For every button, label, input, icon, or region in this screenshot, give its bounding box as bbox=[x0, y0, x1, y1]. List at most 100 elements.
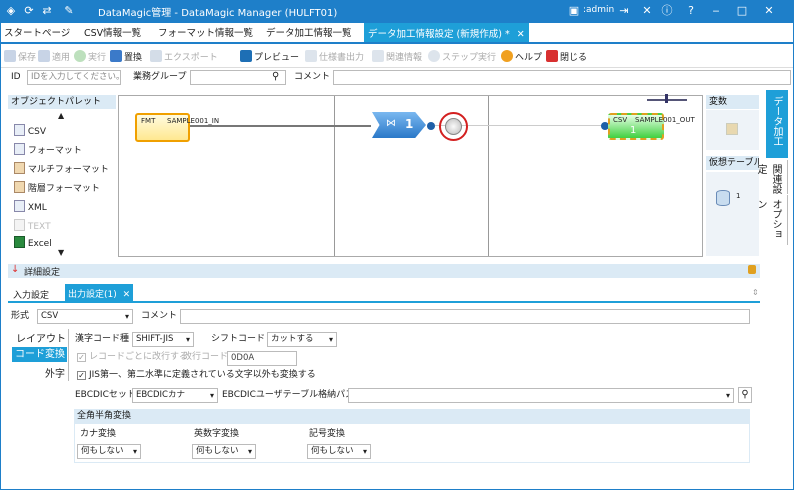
variables-header: 変数 bbox=[706, 95, 759, 109]
close-tab-icon[interactable]: ✕ bbox=[517, 29, 525, 40]
kana-conversion-label: カナ変換 bbox=[80, 429, 117, 439]
side-tab-related-settings[interactable]: 関連設定 bbox=[755, 160, 788, 194]
help-icon[interactable]: ? bbox=[684, 4, 698, 18]
node-input-fmt[interactable]: FMT SAMPLE001_IN bbox=[135, 113, 219, 142]
related-info-button[interactable]: 関連情報 bbox=[372, 50, 422, 64]
preview-icon bbox=[240, 50, 252, 62]
apply-icon bbox=[38, 50, 50, 62]
palette-item-multi-format[interactable]: マルチフォーマット bbox=[14, 162, 109, 176]
canvas-divider bbox=[488, 96, 489, 256]
scroll-down-icon[interactable]: ▼ bbox=[58, 248, 64, 257]
tab-output-settings[interactable]: 出力設定(1) ✕ bbox=[65, 284, 134, 301]
multi-format-icon bbox=[14, 162, 25, 174]
tab-csv-list[interactable]: CSV情報一覧 bbox=[84, 25, 141, 39]
flow-canvas[interactable]: FMT SAMPLE001_IN ⋈ 1 CSV SAMPLE001_OUT 1 bbox=[118, 94, 703, 257]
refresh-icon[interactable]: ⟳ bbox=[22, 4, 36, 18]
replace-button[interactable]: 置換 bbox=[110, 50, 142, 64]
variables-area[interactable] bbox=[706, 110, 759, 150]
output-port[interactable] bbox=[427, 122, 435, 130]
virtual-table-area[interactable]: 1 bbox=[706, 172, 759, 256]
minimize-button[interactable]: ‒ bbox=[709, 4, 723, 18]
drag-handle-icon[interactable]: ⇕ bbox=[752, 288, 759, 297]
scroll-up-icon[interactable]: ▲ bbox=[58, 111, 64, 120]
side-tab-data-processing[interactable]: データ加工 bbox=[766, 90, 788, 158]
zoom-handle[interactable] bbox=[665, 94, 668, 103]
tab-layout[interactable]: レイアウト bbox=[16, 330, 66, 345]
format-icon bbox=[14, 143, 25, 155]
palette-item-excel[interactable]: Excel bbox=[14, 236, 52, 250]
alnum-conversion-label: 英数字変換 bbox=[194, 429, 240, 439]
link-icon[interactable]: ⇄ bbox=[40, 4, 54, 18]
tools-icon[interactable]: ✕ bbox=[640, 4, 654, 18]
search-icon[interactable]: ⚲ bbox=[738, 387, 752, 403]
node-processing[interactable]: ⋈ 1 bbox=[372, 112, 426, 138]
close-window-button[interactable]: ✕ bbox=[762, 4, 776, 18]
hierarchical-format-icon bbox=[14, 181, 25, 193]
connection-point[interactable] bbox=[445, 118, 462, 135]
vt-count: 1 bbox=[736, 192, 741, 200]
detail-header[interactable]: ↓ 詳細設定 bbox=[8, 264, 760, 278]
node-num: 1 bbox=[630, 125, 637, 136]
title-bar: ◈ ⟳ ⇄ ✎ DataMagic管理 - DataMagic Manager … bbox=[0, 0, 794, 22]
maximize-button[interactable]: □ bbox=[735, 4, 749, 18]
id-input[interactable]: IDを入力してください。 bbox=[27, 70, 121, 85]
window-title: DataMagic管理 - DataMagic Manager (HULFT01… bbox=[98, 8, 338, 19]
id-label: ID bbox=[11, 72, 21, 82]
tab-code-conversion[interactable]: コード変換 bbox=[12, 347, 67, 362]
symbol-conversion-select[interactable]: 何もしない bbox=[307, 444, 371, 459]
format-select[interactable]: CSV bbox=[37, 309, 133, 324]
palette-item-format[interactable]: フォーマット bbox=[14, 143, 82, 157]
ebcdic-user-table-select[interactable] bbox=[348, 388, 734, 403]
palette-item-text[interactable]: TEXT bbox=[14, 219, 51, 233]
comment-input[interactable] bbox=[333, 70, 791, 85]
collapse-arrow-icon[interactable]: ↓ bbox=[11, 264, 19, 275]
edit-icon[interactable]: ✎ bbox=[62, 4, 76, 18]
spec-output-button[interactable]: 仕様書出力 bbox=[305, 50, 364, 64]
related-info-icon bbox=[372, 50, 384, 62]
app-logo-icon: ◈ bbox=[6, 4, 16, 17]
preview-button[interactable]: プレビュー bbox=[240, 50, 299, 64]
kanji-code-select[interactable]: SHIFT-JIS bbox=[132, 332, 194, 347]
ebcdic-set-select[interactable]: EBCDICカナ bbox=[132, 388, 218, 403]
palette-item-hierarchical-format[interactable]: 階層フォーマット bbox=[14, 181, 100, 195]
tab-format-list[interactable]: フォーマット情報一覧 bbox=[158, 25, 253, 39]
help-circle-icon bbox=[501, 50, 513, 62]
palette-item-xml[interactable]: XML bbox=[14, 200, 47, 214]
newline-code-input[interactable]: 0D0A bbox=[227, 351, 297, 366]
tab-external-chars[interactable]: 外字 bbox=[45, 365, 65, 380]
tab-start-page[interactable]: スタートページ bbox=[4, 25, 70, 39]
tab-data-processing-list[interactable]: データ加工情報一覧 bbox=[266, 25, 352, 39]
jis-convert-checkbox[interactable]: ✓ bbox=[77, 371, 86, 380]
close-button[interactable]: 閉じる bbox=[546, 50, 587, 64]
help-button[interactable]: ヘルプ bbox=[501, 50, 542, 64]
tab-input-settings[interactable]: 入力設定 bbox=[13, 288, 49, 301]
save-button[interactable]: 保存 bbox=[4, 50, 36, 64]
close-tab-icon[interactable]: ✕ bbox=[123, 290, 131, 300]
comment-label: コメント bbox=[141, 311, 178, 321]
search-icon[interactable]: ⚲ bbox=[272, 71, 279, 82]
detail-comment-input[interactable] bbox=[180, 309, 750, 324]
spec-output-icon bbox=[305, 50, 317, 62]
kana-conversion-select[interactable]: 何もしない bbox=[77, 444, 141, 459]
export-button[interactable]: エクスポート bbox=[150, 50, 218, 64]
run-button[interactable]: 実行 bbox=[74, 50, 106, 64]
per-record-checkbox[interactable]: ✓ bbox=[77, 353, 86, 362]
side-tab-options[interactable]: オプション bbox=[755, 195, 788, 245]
zenkaku-hankaku-header: 全角半角変換 bbox=[74, 409, 750, 423]
info-icon[interactable]: ⓘ bbox=[660, 4, 674, 18]
logout-icon[interactable]: ⇥ bbox=[617, 4, 631, 18]
tab-data-processing-settings[interactable]: データ加工情報設定 (新規作成) * ✕ bbox=[364, 22, 529, 42]
ebcdic-set-label: EBCDICセット bbox=[75, 390, 136, 400]
palette-item-csv[interactable]: CSV bbox=[14, 124, 46, 138]
run-icon bbox=[74, 50, 86, 62]
node-output-csv[interactable]: CSV SAMPLE001_OUT 1 bbox=[608, 113, 695, 140]
apply-button[interactable]: 適用 bbox=[38, 50, 70, 64]
shift-code-label: シフトコード bbox=[211, 334, 266, 344]
lock-icon[interactable] bbox=[748, 265, 756, 274]
detail-title: 詳細設定 bbox=[24, 268, 61, 278]
step-run-button[interactable]: ステップ実行 bbox=[428, 50, 496, 64]
shift-code-select[interactable]: カットする bbox=[267, 332, 337, 347]
alnum-conversion-select[interactable]: 何もしない bbox=[192, 444, 256, 459]
per-record-label: レコードごとに改行する bbox=[89, 352, 189, 362]
export-icon bbox=[150, 50, 162, 62]
